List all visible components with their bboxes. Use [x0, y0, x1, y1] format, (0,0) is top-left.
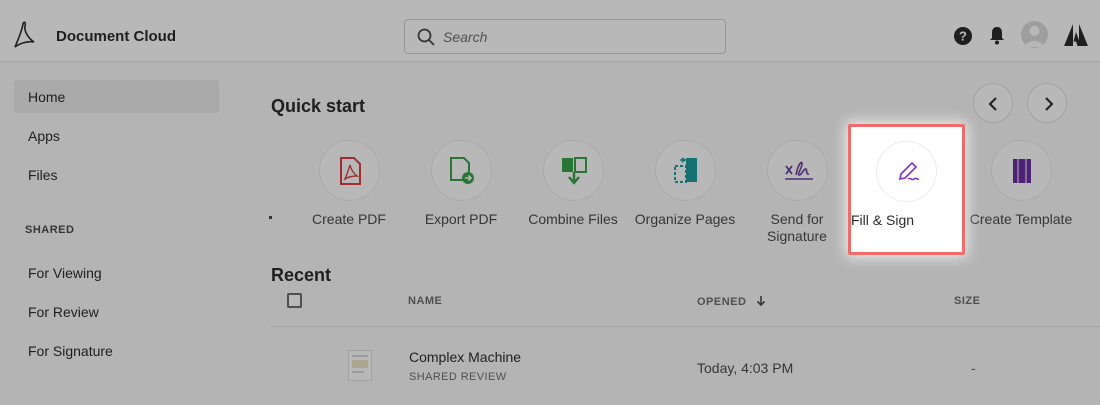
- tool-combine-files[interactable]: Combine Files: [517, 140, 629, 228]
- combine-files-icon: [561, 157, 587, 185]
- search-input[interactable]: [443, 26, 713, 48]
- top-header: Document Cloud ?: [0, 0, 1100, 62]
- adobe-logo-icon[interactable]: [1064, 24, 1088, 46]
- quick-start-title: Quick start: [271, 96, 366, 116]
- column-opened[interactable]: OPENED: [697, 295, 766, 308]
- tool-create-pdf[interactable]: Create PDF: [293, 140, 405, 228]
- scroll-right-button[interactable]: [1027, 83, 1067, 123]
- sidebar-item-files[interactable]: Files: [14, 158, 219, 191]
- sidebar-item-apps[interactable]: Apps: [14, 119, 219, 152]
- send-signature-icon: [784, 161, 813, 180]
- tool-fill-and-sign[interactable]: Fill & Sign: [848, 124, 965, 255]
- tool-export-pdf[interactable]: Export PDF: [405, 140, 517, 228]
- svg-text:?: ?: [959, 29, 967, 44]
- organize-pages-icon: [673, 157, 697, 183]
- partial-tool-fragment: [269, 216, 272, 219]
- sort-down-icon: [756, 296, 766, 307]
- tool-create-template[interactable]: Create Template: [965, 140, 1077, 228]
- acrobat-logo-icon[interactable]: [12, 20, 36, 50]
- sidebar-item-for-signature[interactable]: For Signature: [14, 334, 219, 367]
- file-opened-time: Today, 4:03 PM: [697, 360, 794, 376]
- chevron-right-icon: [1045, 97, 1054, 111]
- sidebar-item-for-review[interactable]: For Review: [14, 295, 219, 328]
- create-template-icon: [1012, 159, 1031, 183]
- divider: [271, 326, 1100, 327]
- export-pdf-icon: [449, 157, 474, 184]
- column-size[interactable]: SIZE: [954, 295, 980, 307]
- select-all-checkbox[interactable]: [287, 293, 302, 308]
- file-thumbnail: [348, 350, 372, 381]
- document-thumbnail-icon: [352, 355, 368, 373]
- tool-send-for-signature[interactable]: Send for Signature: [741, 140, 853, 245]
- search-icon: [417, 28, 435, 46]
- tool-label: Organize Pages: [634, 211, 736, 227]
- fill-sign-icon: [898, 161, 920, 181]
- chevron-left-icon: [988, 97, 997, 111]
- sidebar-item-label: For Signature: [28, 343, 113, 359]
- tool-icon-circle: [876, 141, 937, 202]
- column-name[interactable]: NAME: [408, 295, 442, 307]
- tool-icon-circle: [990, 140, 1052, 201]
- scroll-left-button[interactable]: [973, 83, 1013, 123]
- recent-title: Recent: [271, 265, 332, 285]
- shared-heading: SHARED: [25, 224, 75, 236]
- file-size: -: [971, 360, 976, 376]
- tool-label: Create Template: [969, 211, 1073, 227]
- sidebar-item-for-viewing[interactable]: For Viewing: [14, 256, 219, 289]
- tool-label: Combine Files: [528, 211, 618, 227]
- user-icon: [1025, 26, 1044, 47]
- sidebar-item-label: Home: [28, 89, 66, 105]
- sidebar-item-label: Apps: [28, 128, 60, 144]
- tool-label: Send for Signature: [767, 211, 827, 244]
- file-name[interactable]: Complex Machine: [409, 349, 521, 365]
- tool-label: Export PDF: [424, 211, 498, 227]
- tool-icon-circle: [542, 140, 604, 201]
- sidebar-item-label: Files: [28, 167, 58, 183]
- brand-name[interactable]: Document Cloud: [56, 28, 176, 45]
- help-icon[interactable]: ?: [954, 27, 972, 45]
- tool-icon-circle: [766, 140, 828, 201]
- tool-label: Fill & Sign: [851, 212, 915, 228]
- avatar[interactable]: [1021, 21, 1048, 48]
- sidebar-item-home[interactable]: Home: [14, 80, 219, 113]
- tool-icon-circle: [654, 140, 716, 201]
- bell-icon[interactable]: [989, 26, 1005, 45]
- tool-label: Create PDF: [312, 211, 386, 227]
- tool-icon-circle: [430, 140, 492, 201]
- tool-organize-pages[interactable]: Organize Pages: [629, 140, 741, 228]
- search-box[interactable]: [404, 19, 726, 54]
- create-pdf-icon: [339, 157, 361, 185]
- tool-icon-circle: [318, 140, 380, 201]
- sidebar-item-label: For Review: [28, 304, 99, 320]
- column-opened-label: OPENED: [697, 296, 747, 308]
- file-share-status: SHARED REVIEW: [409, 371, 507, 383]
- sidebar-item-label: For Viewing: [28, 265, 102, 281]
